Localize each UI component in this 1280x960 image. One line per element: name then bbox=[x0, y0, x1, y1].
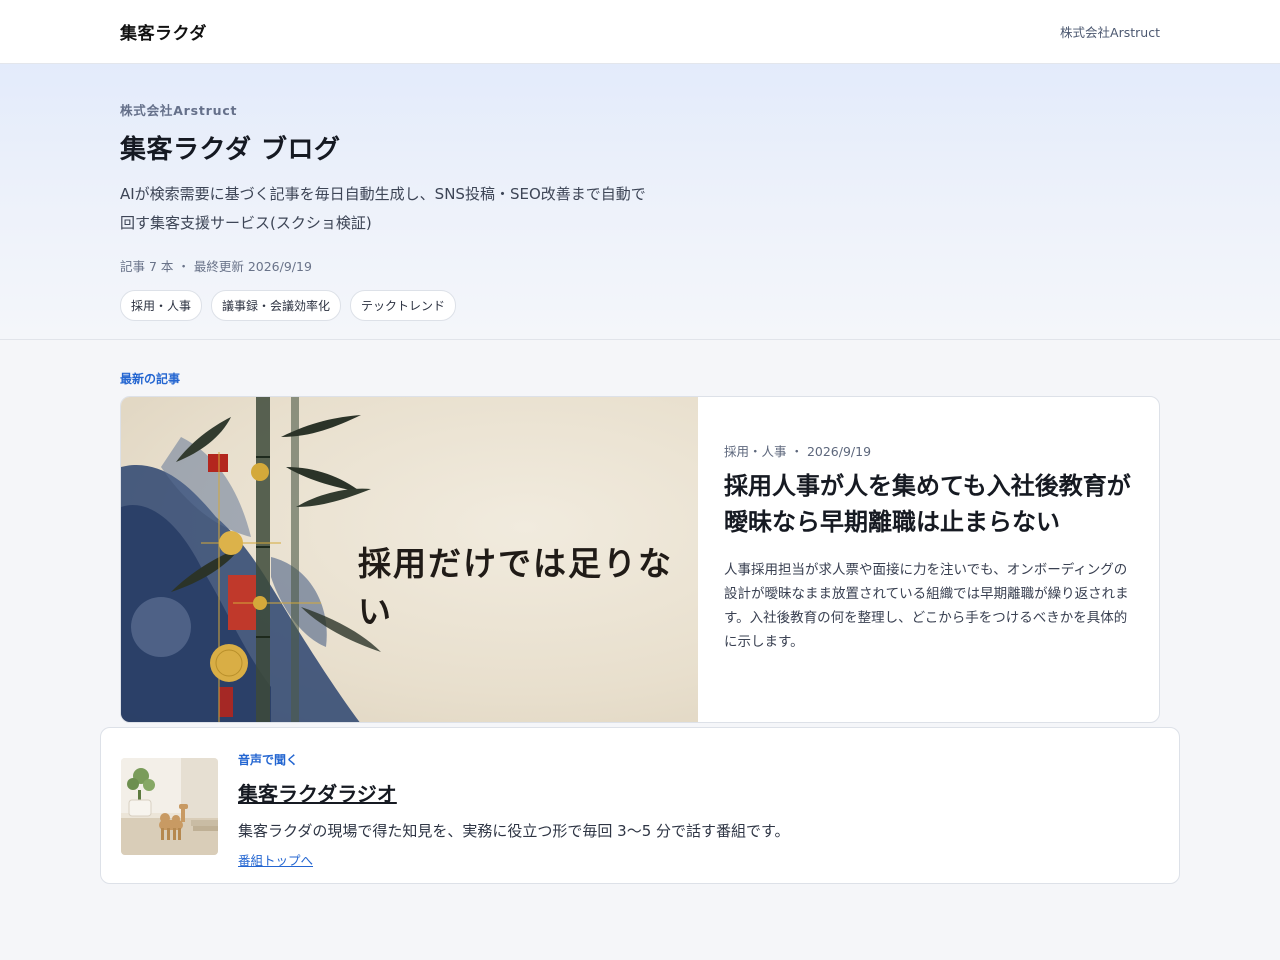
site-header: 集客ラクダ 株式会社Arstruct bbox=[0, 0, 1280, 64]
hero-company-name: 株式会社Arstruct bbox=[120, 103, 238, 118]
radio-title-link[interactable]: 集客ラクダラジオ bbox=[238, 778, 790, 807]
radio-promo-body: 音声で聞く 集客ラクダラジオ 集客ラクダの現場で得た知見を、実務に役立つ形で毎回… bbox=[238, 753, 790, 883]
featured-article-title[interactable]: 採用人事が人を集めても入社後教育が曖昧なら早期離職は止まらない bbox=[724, 468, 1133, 540]
company-link[interactable]: 株式会社Arstruct bbox=[1060, 22, 1160, 41]
radio-promo-card: 音声で聞く 集客ラクダラジオ 集客ラクダの現場で得た知見を、実務に役立つ形で毎回… bbox=[100, 727, 1180, 884]
program-top-link[interactable]: 番組トップへ bbox=[238, 850, 313, 869]
featured-article-meta: 採用・人事 ・ 2026/9/19 bbox=[724, 444, 872, 459]
camel-figurine-image bbox=[121, 758, 218, 855]
hero-meta: 記事 7 本 ・ 最終更新 2026/9/19 bbox=[120, 259, 312, 274]
listen-audio-label: 音声で聞く bbox=[238, 753, 299, 767]
site-brand-logo[interactable]: 集客ラクダ bbox=[120, 19, 207, 44]
blog-hero: 株式会社Arstruct 集客ラクダ ブログ AIが検索需要に基づく記事を毎日自… bbox=[0, 64, 1280, 340]
hero-description-line-1: AIが検索需要に基づく記事を毎日自動生成し、SNS投稿・SEO改善まで自動で bbox=[120, 185, 646, 203]
featured-image-caption: 採用だけでは足りない bbox=[358, 544, 673, 631]
tag-tech-trend[interactable]: テックトレンド bbox=[350, 290, 457, 321]
radio-thumbnail bbox=[121, 758, 218, 855]
featured-article-card[interactable]: 採用だけでは足りない 採用・人事 ・ 2026/9/19 採用人事が人を集めても… bbox=[120, 396, 1160, 723]
featured-article-image[interactable]: 採用だけでは足りない bbox=[121, 397, 698, 722]
tag-meeting-minutes[interactable]: 議事録・会議効率化 bbox=[211, 290, 342, 321]
hero-description-line-2: 回す集客支援サービス(スクショ検証) bbox=[120, 214, 372, 232]
page-title: 集客ラクダ ブログ bbox=[120, 135, 341, 165]
hero-description: AIが検索需要に基づく記事を毎日自動生成し、SNS投稿・SEO改善まで自動で 回… bbox=[120, 180, 700, 238]
featured-article-body: 採用・人事 ・ 2026/9/19 採用人事が人を集めても入社後教育が曖昧なら早… bbox=[698, 397, 1159, 722]
category-tags: 採用・人事 議事録・会議効率化 テックトレンド bbox=[120, 290, 1160, 321]
tag-recruitment[interactable]: 採用・人事 bbox=[120, 290, 203, 321]
radio-description: 集客ラクダの現場で得た知見を、実務に役立つ形で毎回 3〜5 分で話す番組です。 bbox=[238, 822, 790, 840]
featured-article-excerpt: 人事採用担当が求人票や面接に力を注いでも、オンボーディングの設計が曖昧なまま放置… bbox=[724, 562, 1129, 650]
latest-articles-label: 最新の記事 bbox=[120, 372, 181, 386]
